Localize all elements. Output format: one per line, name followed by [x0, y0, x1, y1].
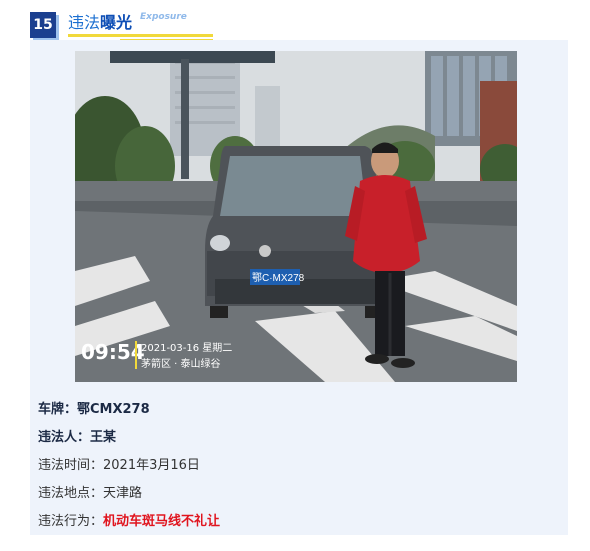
violation-info: 车牌：鄂CMX278 违法人：王某 违法时间：2021年3月16日 违法地点：天… [38, 396, 558, 536]
plate-row: 车牌：鄂CMX278 [38, 396, 558, 424]
behavior-value: 机动车斑马线不礼让 [103, 514, 221, 529]
behavior-label: 违法行为： [38, 514, 104, 529]
time-value: 2021年3月16日 [103, 458, 200, 473]
title-strong: 曝光 [100, 13, 133, 32]
photo-plate-text: 鄂C·MX278 [252, 272, 305, 284]
photo-place: 茅箭区 · 泰山绿谷 [141, 357, 221, 370]
person-row: 违法人：王某 [38, 424, 558, 452]
place-row: 违法地点：天津路 [38, 480, 558, 508]
time-row: 违法时间：2021年3月16日 [38, 452, 558, 480]
section-title: 违法曝光 [68, 13, 132, 33]
title-underline [68, 34, 213, 37]
violation-photo: 鄂C·MX278 09:54 2021-03-16 星期二 茅箭区 · 泰山绿谷 [75, 51, 517, 382]
place-value: 天津路 [103, 486, 143, 501]
photo-date: 2021-03-16 星期二 [141, 342, 232, 354]
plate-value: 鄂CMX278 [77, 402, 150, 417]
place-label: 违法地点： [38, 486, 104, 501]
title-plain: 违法 [68, 13, 101, 32]
section-header: 15 违法曝光 Exposure [30, 8, 230, 41]
title-en: Exposure [140, 12, 187, 22]
behavior-row: 违法行为：机动车斑马线不礼让 [38, 508, 558, 536]
person-value: 王某 [90, 430, 117, 445]
photo-scene: 鄂C·MX278 09:54 2021-03-16 星期二 茅箭区 · 泰山绿谷 [75, 51, 517, 382]
section-number: 15 [30, 12, 56, 38]
violation-card: 鄂C·MX278 09:54 2021-03-16 星期二 茅箭区 · 泰山绿谷… [30, 40, 568, 535]
plate-label: 车牌： [38, 402, 78, 417]
time-label: 违法时间： [38, 458, 104, 473]
person-label: 违法人： [38, 430, 91, 445]
